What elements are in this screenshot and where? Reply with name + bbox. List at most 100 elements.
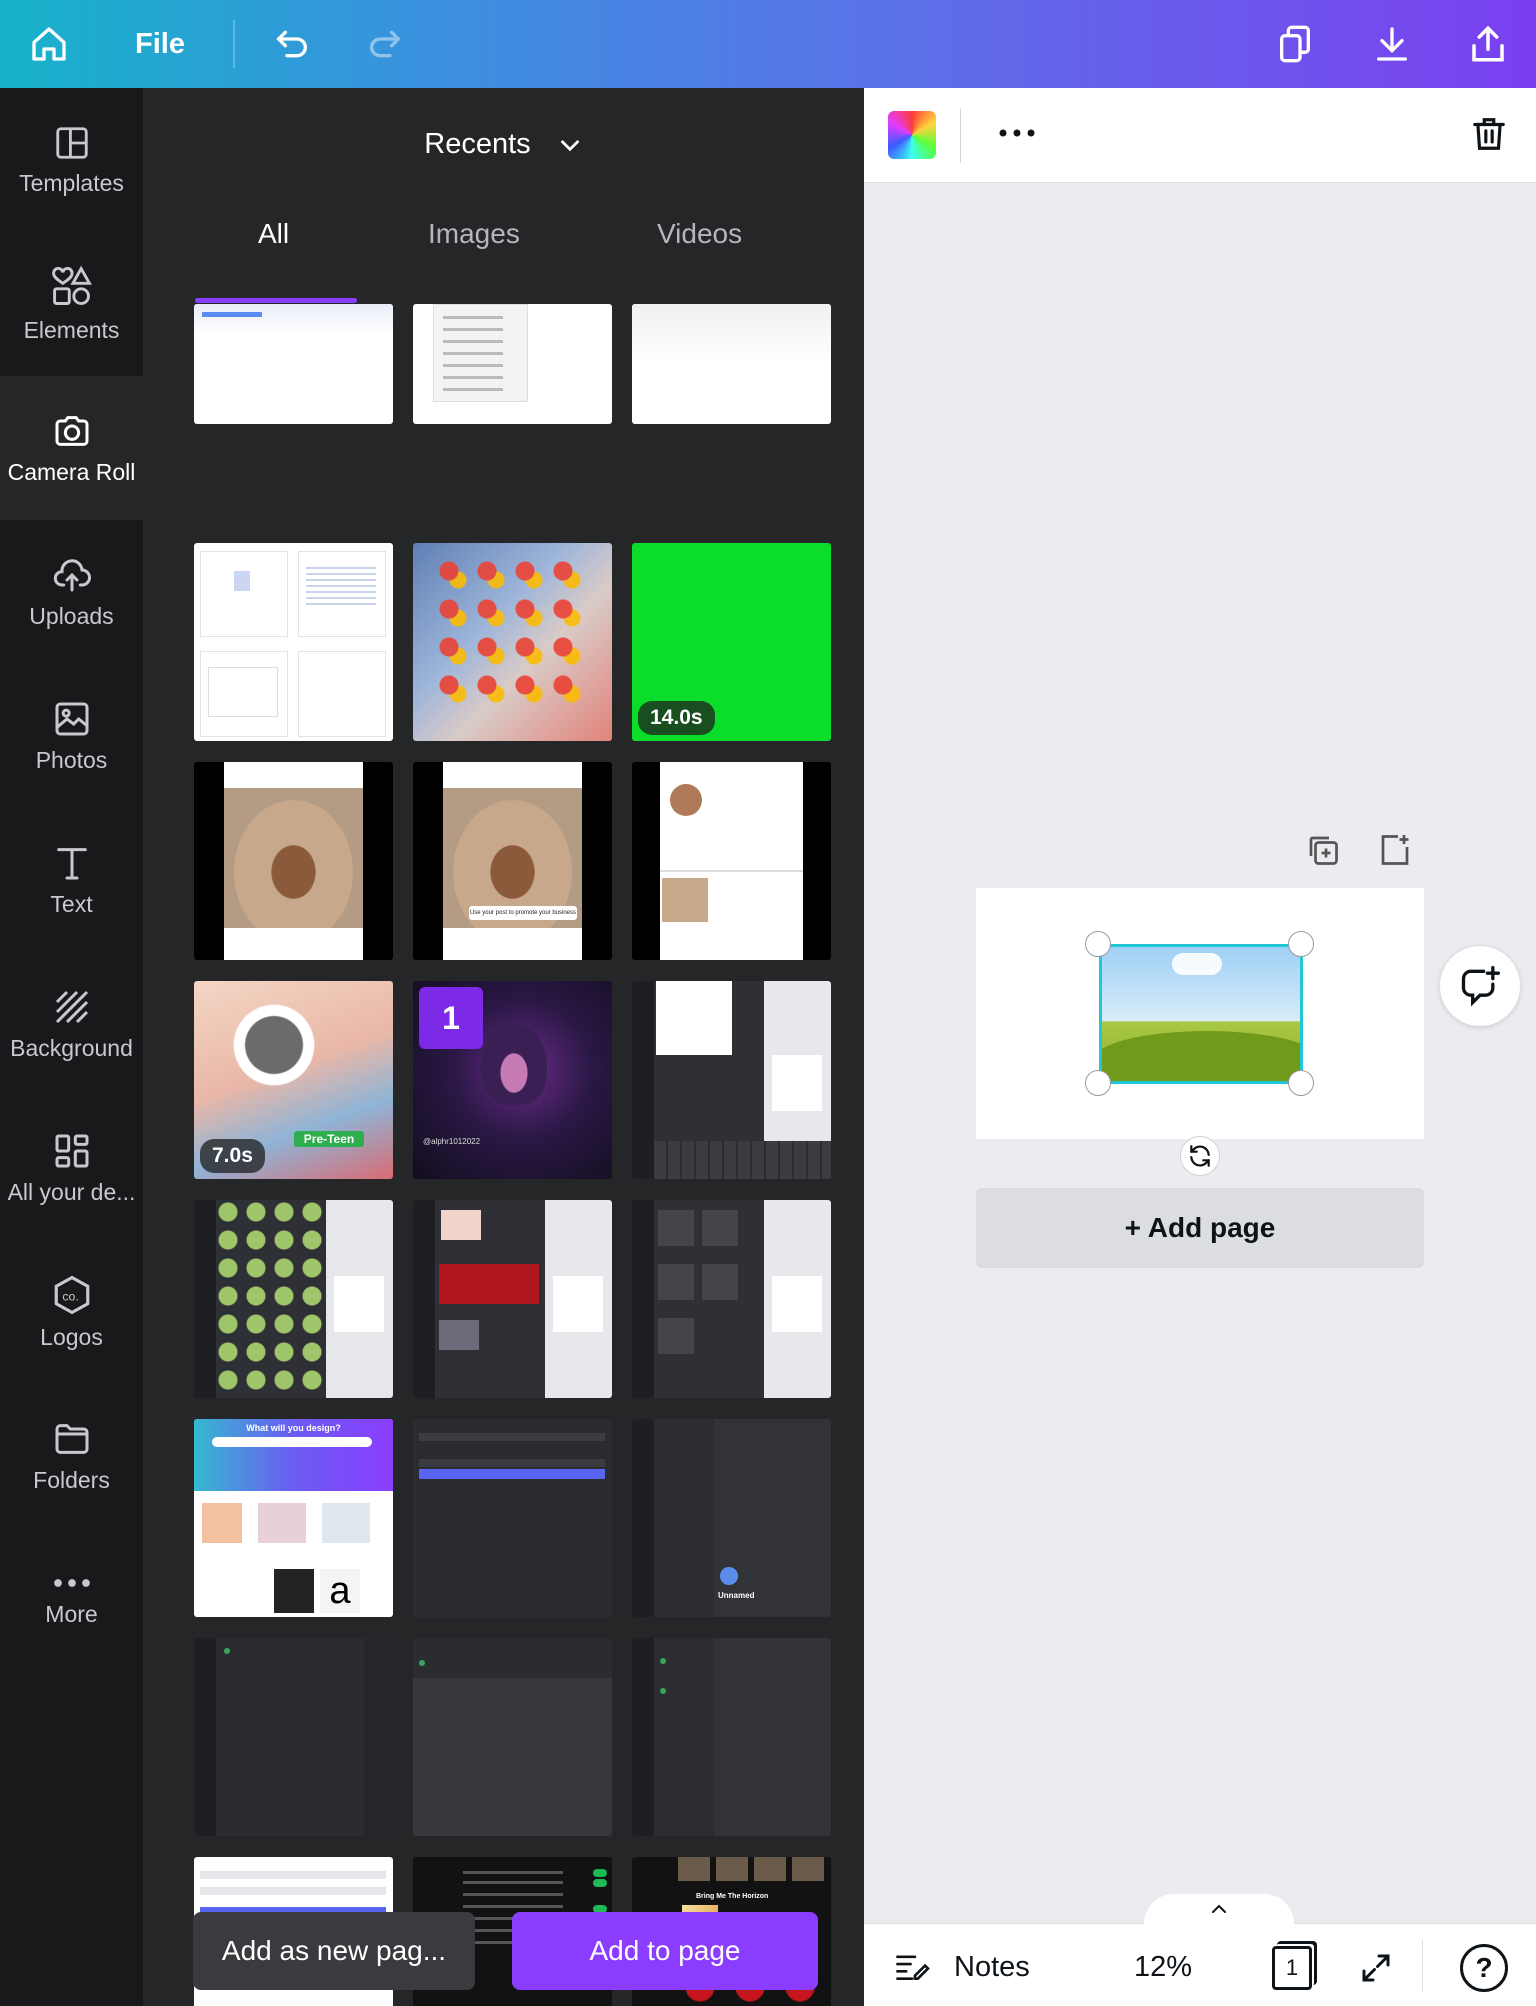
zoom-level[interactable]: 12% xyxy=(1134,1942,1192,1992)
undo-icon xyxy=(276,30,307,58)
media-thumbnail[interactable] xyxy=(413,1419,612,1617)
tab-videos[interactable]: Videos xyxy=(657,218,742,250)
media-thumbnail[interactable] xyxy=(413,304,612,424)
photo-icon xyxy=(55,702,88,735)
download-button[interactable] xyxy=(1362,0,1422,88)
rail-item-label: Camera Roll xyxy=(7,458,136,485)
recents-label: Recents xyxy=(424,128,531,160)
media-thumbnail[interactable]: Unnamed xyxy=(632,1419,831,1617)
media-thumbnail[interactable]: @alphr1012022 1 xyxy=(413,981,612,1179)
dm-name: Unnamed xyxy=(718,1591,755,1600)
undo-button[interactable] xyxy=(262,0,322,88)
rail-item-elements[interactable]: Elements xyxy=(0,232,143,376)
rail-item-all-your-designs[interactable]: All your de... xyxy=(0,1096,143,1240)
rail-item-label: Photos xyxy=(35,746,108,773)
toolbar-divider xyxy=(233,20,235,68)
toolbar-divider xyxy=(960,108,961,163)
camera-icon xyxy=(55,415,88,446)
rail-item-background[interactable]: Background xyxy=(0,952,143,1096)
svg-text:co.: co. xyxy=(62,1289,78,1303)
rail-item-label: Elements xyxy=(23,316,120,343)
left-rail: Templates Elements Camera Roll Uploads P… xyxy=(0,88,143,2006)
rail-item-photos[interactable]: Photos xyxy=(0,664,143,808)
help-button[interactable]: ? xyxy=(1460,1944,1508,1992)
rail-item-camera-roll[interactable]: Camera Roll xyxy=(0,376,143,520)
folder-icon xyxy=(55,1423,88,1454)
delete-button[interactable] xyxy=(1464,108,1514,160)
duplicate-button[interactable] xyxy=(1265,0,1325,88)
more-options-button[interactable] xyxy=(992,108,1042,158)
file-menu-button[interactable]: File xyxy=(130,0,190,88)
rail-item-logos[interactable]: co. Logos xyxy=(0,1240,143,1384)
recents-dropdown[interactable]: Recents xyxy=(143,128,864,162)
media-thumbnail[interactable] xyxy=(632,304,831,424)
grid-icon xyxy=(55,1134,88,1167)
media-thumbnail[interactable] xyxy=(194,543,393,741)
media-thumbnail[interactable] xyxy=(413,1200,612,1398)
rail-item-templates[interactable]: Templates xyxy=(0,88,143,232)
rotate-icon xyxy=(1190,1145,1210,1167)
media-thumbnail[interactable] xyxy=(194,304,393,424)
add-page-icon[interactable] xyxy=(1377,832,1413,868)
rail-item-uploads[interactable]: Uploads xyxy=(0,520,143,664)
media-thumbnail[interactable] xyxy=(632,981,831,1179)
resize-handle[interactable] xyxy=(1288,931,1314,957)
add-page-button[interactable]: + Add page xyxy=(976,1188,1424,1268)
media-thumbnail[interactable] xyxy=(194,762,393,960)
fullscreen-button[interactable] xyxy=(1352,1944,1400,1992)
tab-all[interactable]: All xyxy=(258,218,289,250)
resize-handle[interactable] xyxy=(1085,931,1111,957)
media-thumbnail[interactable] xyxy=(194,1638,393,1836)
copy-icon xyxy=(1280,25,1310,63)
resize-handle[interactable] xyxy=(1288,1070,1314,1096)
media-thumbnail[interactable] xyxy=(632,1200,831,1398)
media-thumbnail[interactable] xyxy=(194,1200,393,1398)
media-thumbnail[interactable] xyxy=(413,543,612,741)
rotate-button[interactable] xyxy=(1180,1136,1220,1176)
add-comment-button[interactable] xyxy=(1440,946,1520,1026)
share-button[interactable] xyxy=(1458,0,1518,88)
rail-item-folders[interactable]: Folders xyxy=(0,1384,143,1528)
templates-icon xyxy=(55,126,88,159)
upload-cloud-icon xyxy=(53,558,91,591)
media-thumbnail[interactable]: Use your post to promote your business xyxy=(413,762,612,960)
footer-divider xyxy=(1422,1940,1423,1992)
add-as-new-page-button[interactable]: Add as new pag... xyxy=(193,1912,475,1990)
rail-item-label: Folders xyxy=(33,1466,110,1493)
media-thumbnail[interactable]: What will you design? a xyxy=(194,1419,393,1617)
redo-button[interactable] xyxy=(355,0,415,88)
chevron-up-icon xyxy=(1212,1904,1226,1913)
media-thumbnail[interactable] xyxy=(632,762,831,960)
top-bar: File xyxy=(0,0,1536,88)
home-icon xyxy=(32,27,66,61)
expand-pages-tab[interactable] xyxy=(1144,1894,1294,1924)
rail-item-label: Background xyxy=(10,1034,133,1061)
media-thumbnail[interactable] xyxy=(632,1638,831,1836)
add-to-page-button[interactable]: Add to page xyxy=(512,1912,818,1990)
text-icon xyxy=(56,847,87,879)
media-thumbnail[interactable]: Pre-Teen 7.0s xyxy=(194,981,393,1179)
active-tab-indicator xyxy=(195,298,357,303)
redo-icon xyxy=(370,30,401,58)
tab-images[interactable]: Images xyxy=(428,218,520,250)
notes-button[interactable]: Notes xyxy=(894,1942,1030,1992)
rail-item-label: Templates xyxy=(19,169,124,196)
rail-item-text[interactable]: Text xyxy=(0,808,143,952)
image-frame[interactable] xyxy=(1099,944,1303,1084)
download-icon xyxy=(1377,27,1407,61)
elements-icon xyxy=(51,265,92,305)
home-button[interactable] xyxy=(18,0,80,88)
rail-item-more[interactable]: More xyxy=(0,1528,143,1672)
duplicate-page-icon[interactable] xyxy=(1305,832,1341,868)
media-thumbnail[interactable]: 14.0s xyxy=(632,543,831,741)
rail-item-label: Uploads xyxy=(29,602,114,629)
color-swatch-icon[interactable] xyxy=(888,111,936,159)
expand-icon xyxy=(1362,1954,1390,1982)
video-duration-badge: 7.0s xyxy=(200,1139,265,1173)
more-options-icon xyxy=(999,129,1035,137)
resize-handle[interactable] xyxy=(1085,1070,1111,1096)
notes-label: Notes xyxy=(954,1950,1030,1983)
more-dots-icon xyxy=(53,1578,90,1587)
page-count-button[interactable]: 1 xyxy=(1272,1946,1312,1990)
media-thumbnail[interactable] xyxy=(413,1638,612,1836)
